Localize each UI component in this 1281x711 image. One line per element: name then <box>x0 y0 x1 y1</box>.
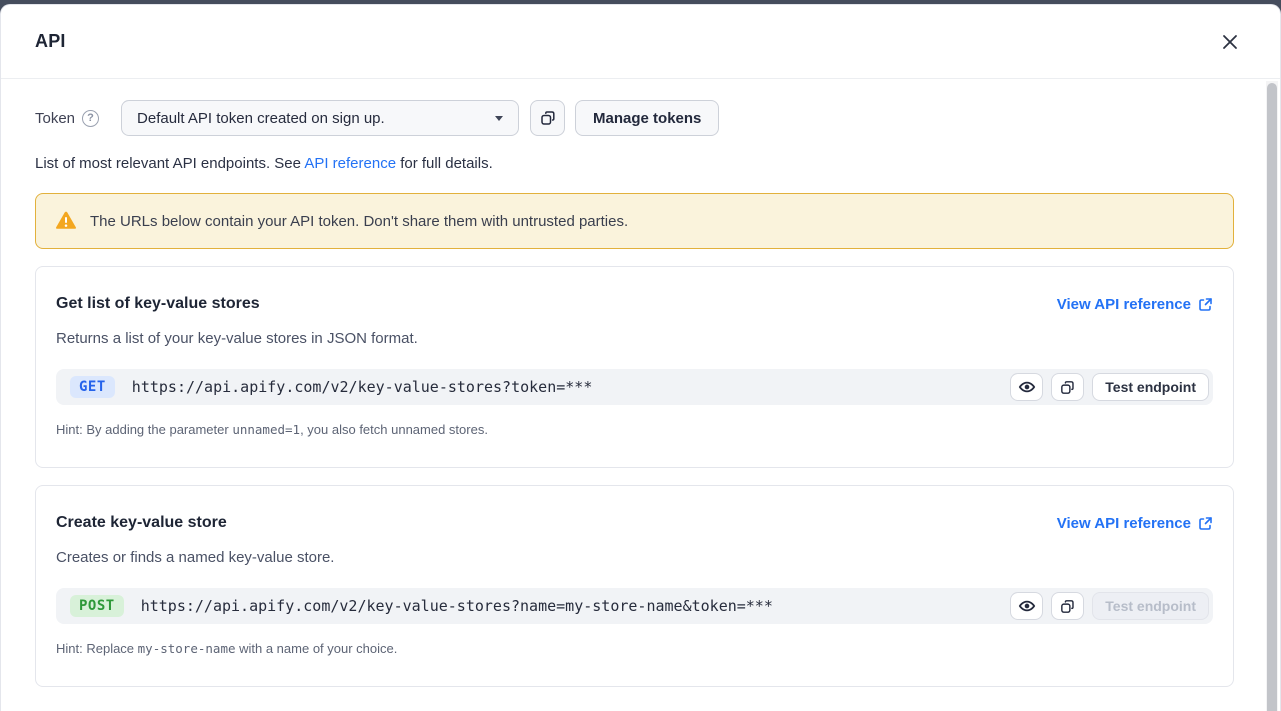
warning-banner: The URLs below contain your API token. D… <box>35 193 1234 249</box>
view-api-reference-label: View API reference <box>1057 296 1191 313</box>
test-endpoint-button[interactable]: Test endpoint <box>1092 373 1209 401</box>
api-reference-link[interactable]: API reference <box>304 155 396 172</box>
card-description: Returns a list of your key-value stores … <box>56 330 1213 347</box>
card-title: Get list of key-value stores <box>56 295 260 313</box>
test-endpoint-button-disabled: Test endpoint <box>1092 592 1209 620</box>
hint-prefix: Hint: By adding the parameter <box>56 422 232 437</box>
eye-icon <box>1018 597 1036 615</box>
warning-icon <box>55 211 77 231</box>
copy-icon <box>1059 379 1076 396</box>
view-api-reference-link[interactable]: View API reference <box>1057 515 1213 532</box>
chevron-down-icon <box>495 116 503 121</box>
endpoint-url: https://api.apify.com/v2/key-value-store… <box>132 378 593 396</box>
endpoint-url: https://api.apify.com/v2/key-value-store… <box>141 597 773 615</box>
warning-text: The URLs below contain your API token. D… <box>90 213 628 230</box>
token-row: Token ? Default API token created on sig… <box>35 100 1234 136</box>
token-label: Token <box>35 110 75 127</box>
manage-tokens-button[interactable]: Manage tokens <box>575 100 719 136</box>
endpoint-actions: Test endpoint <box>1010 592 1209 620</box>
intro-after: for full details. <box>396 155 493 172</box>
reveal-token-button[interactable] <box>1010 592 1043 620</box>
help-icon[interactable]: ? <box>82 110 99 127</box>
view-api-reference-link[interactable]: View API reference <box>1057 296 1213 313</box>
copy-icon <box>1059 598 1076 615</box>
close-icon <box>1220 32 1240 52</box>
reveal-token-button[interactable] <box>1010 373 1043 401</box>
eye-icon <box>1018 378 1036 396</box>
endpoint-card-get-list: Get list of key-value stores View API re… <box>35 266 1234 468</box>
scrollbar-thumb[interactable] <box>1267 83 1277 711</box>
api-modal: API Token ? Default API token created on… <box>0 4 1281 711</box>
page-title: API <box>35 31 66 52</box>
token-select-value: Default API token created on sign up. <box>137 110 385 127</box>
endpoint-row: GET https://api.apify.com/v2/key-value-s… <box>56 369 1213 405</box>
endpoint-row: POST https://api.apify.com/v2/key-value-… <box>56 588 1213 624</box>
intro-text: List of most relevant API endpoints. See… <box>35 155 1234 172</box>
card-head: Create key-value store View API referenc… <box>56 514 1213 532</box>
close-button[interactable] <box>1216 28 1244 56</box>
intro-before: List of most relevant API endpoints. See <box>35 155 304 172</box>
method-badge-post: POST <box>70 595 124 617</box>
modal-body: Token ? Default API token created on sig… <box>1 79 1280 711</box>
external-link-icon <box>1198 297 1213 312</box>
hint-suffix: , you also fetch unnamed stores. <box>300 422 488 437</box>
endpoint-hint: Hint: Replace my-store-name with a name … <box>56 641 1213 656</box>
card-description: Creates or finds a named key-value store… <box>56 549 1213 566</box>
hint-code: my-store-name <box>138 641 236 656</box>
external-link-icon <box>1198 516 1213 531</box>
modal-header: API <box>1 5 1280 79</box>
method-badge-get: GET <box>70 376 115 398</box>
copy-token-button[interactable] <box>530 100 565 136</box>
hint-suffix: with a name of your choice. <box>236 641 398 656</box>
endpoint-actions: Test endpoint <box>1010 373 1209 401</box>
hint-prefix: Hint: Replace <box>56 641 138 656</box>
token-select[interactable]: Default API token created on sign up. <box>121 100 519 136</box>
card-head: Get list of key-value stores View API re… <box>56 295 1213 313</box>
endpoint-card-create: Create key-value store View API referenc… <box>35 485 1234 687</box>
view-api-reference-label: View API reference <box>1057 515 1191 532</box>
hint-code: unnamed=1 <box>232 422 300 437</box>
copy-url-button[interactable] <box>1051 373 1084 401</box>
card-title: Create key-value store <box>56 514 227 532</box>
copy-url-button[interactable] <box>1051 592 1084 620</box>
scrollbar[interactable] <box>1266 81 1278 711</box>
endpoint-hint: Hint: By adding the parameter unnamed=1,… <box>56 422 1213 437</box>
copy-icon <box>539 109 557 127</box>
